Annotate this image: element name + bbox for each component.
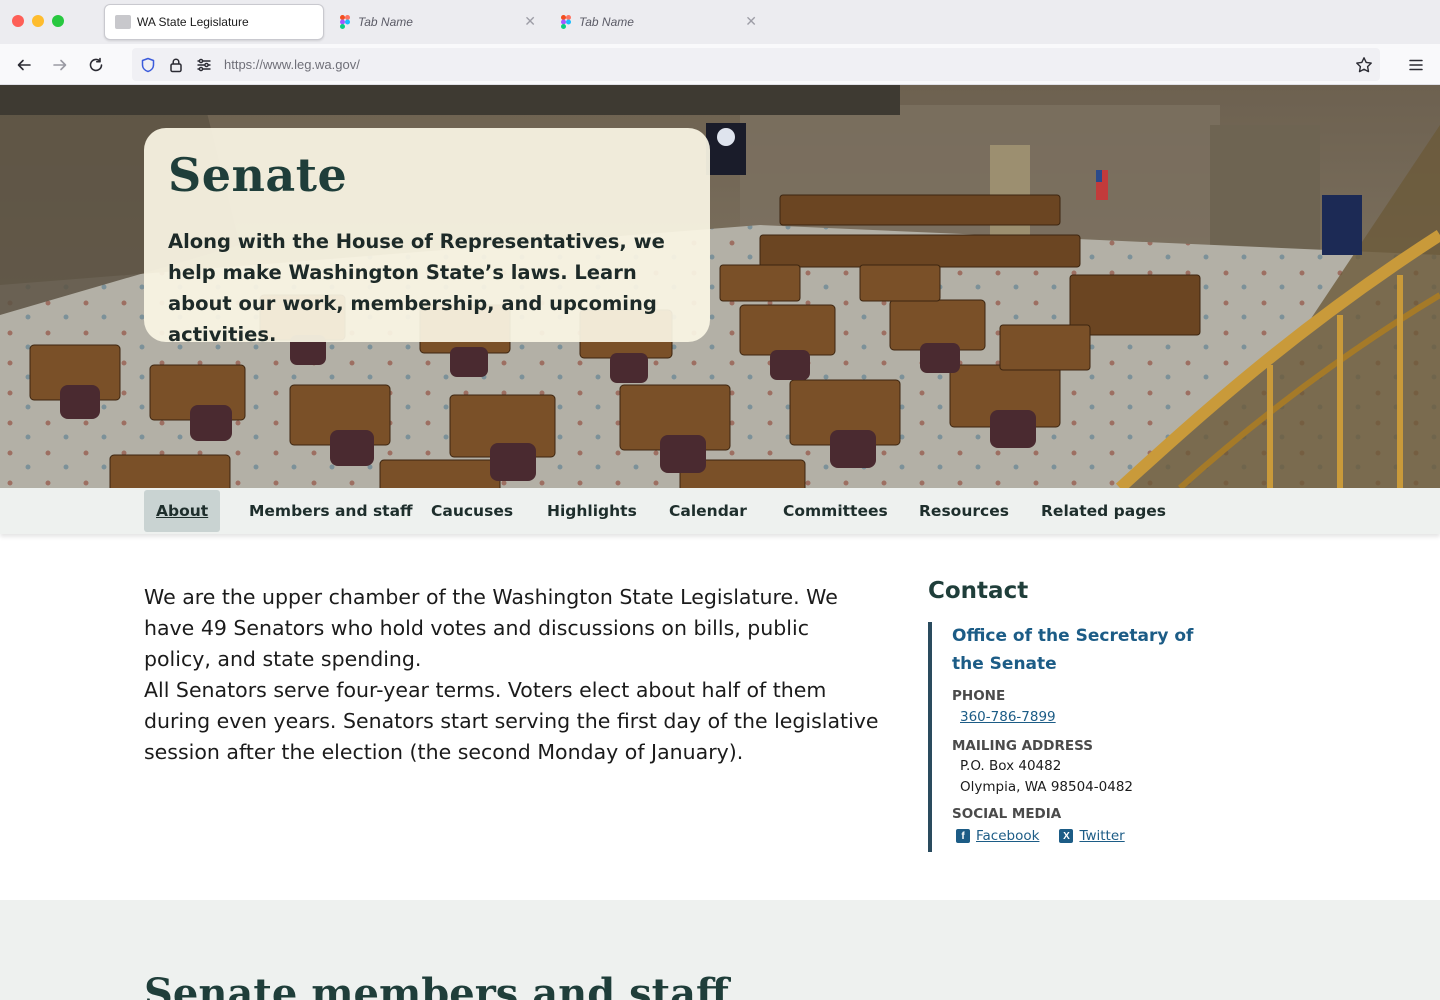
hero-description: Along with the House of Representatives,… xyxy=(168,230,665,346)
window-maximize-button[interactable] xyxy=(52,15,64,27)
address-line: Olympia, WA 98504-0482 xyxy=(960,779,1134,795)
url-bar[interactable]: https://www.leg.wa.gov/ xyxy=(132,48,1380,81)
members-heading: Senate members and staff xyxy=(144,970,729,1000)
window-close-button[interactable] xyxy=(12,15,24,27)
page-title: Senate xyxy=(168,148,348,202)
browser-tab-bar: WA State Legislature Tab Name ✕ Tab Name… xyxy=(0,0,1440,44)
tab-close-icon[interactable]: ✕ xyxy=(524,14,536,28)
nav-tab-about[interactable]: About xyxy=(144,490,221,532)
tab-title: WA State Legislature xyxy=(137,15,249,29)
nav-tab-related-pages[interactable]: Related pages xyxy=(1029,490,1178,532)
phone-label: PHONE xyxy=(952,688,1006,704)
lock-icon[interactable] xyxy=(166,55,186,75)
nav-tab-resources[interactable]: Resources xyxy=(907,490,1021,532)
facebook-icon[interactable]: f xyxy=(956,829,970,843)
figma-favicon-icon xyxy=(340,15,350,29)
browser-toolbar: https://www.leg.wa.gov/ xyxy=(0,44,1440,85)
intro-text: We are the upper chamber of the Washingt… xyxy=(144,582,879,768)
shield-icon[interactable] xyxy=(138,55,158,75)
nav-tab-highlights[interactable]: Highlights xyxy=(535,490,649,532)
x-twitter-icon[interactable]: X xyxy=(1059,829,1074,843)
window-minimize-button[interactable] xyxy=(32,15,44,27)
mailing-address-label: MAILING ADDRESS xyxy=(952,738,1093,754)
back-arrow-icon[interactable] xyxy=(12,53,36,77)
forward-arrow-icon[interactable] xyxy=(48,53,72,77)
reload-icon[interactable] xyxy=(84,53,108,77)
contact-card: Office of the Secretary of the Senate PH… xyxy=(928,622,1228,852)
site-settings-icon[interactable] xyxy=(194,55,214,75)
contact-heading: Contact xyxy=(928,578,1029,604)
nav-tab-calendar[interactable]: Calendar xyxy=(657,490,759,532)
hero-card: Senate Along with the House of Represent… xyxy=(144,128,710,346)
phone-link[interactable]: 360-786-7899 xyxy=(960,709,1056,725)
section-nav: About Members and staff Caucuses Highlig… xyxy=(0,488,1440,534)
browser-tab-active[interactable]: WA State Legislature xyxy=(104,4,324,40)
social-media-label: SOCIAL MEDIA xyxy=(952,806,1062,822)
nav-tab-committees[interactable]: Committees xyxy=(771,490,900,532)
intro-paragraph: We are the upper chamber of the Washingt… xyxy=(144,585,838,671)
intro-paragraph: All Senators serve four-year terms. Vote… xyxy=(144,678,879,764)
tab-title: Tab Name xyxy=(579,15,634,29)
tab-close-icon[interactable]: ✕ xyxy=(745,14,757,28)
nav-tab-members-and-staff[interactable]: Members and staff xyxy=(237,490,425,532)
tab-title: Tab Name xyxy=(358,15,413,29)
hamburger-menu-icon[interactable] xyxy=(1404,53,1428,77)
url-text[interactable]: https://www.leg.wa.gov/ xyxy=(224,57,360,72)
hero-banner: Senate Along with the House of Represent… xyxy=(0,85,1440,488)
browser-tab[interactable]: Tab Name ✕ xyxy=(551,4,771,40)
browser-tab[interactable]: Tab Name ✕ xyxy=(330,4,550,40)
facebook-link[interactable]: Facebook xyxy=(976,828,1039,844)
nav-tab-caucuses[interactable]: Caucuses xyxy=(419,490,525,532)
page-favicon-icon xyxy=(115,15,131,29)
figma-favicon-icon xyxy=(561,15,571,29)
address-line: P.O. Box 40482 xyxy=(960,758,1062,774)
twitter-link[interactable]: Twitter xyxy=(1079,828,1124,844)
bookmark-star-icon[interactable] xyxy=(1354,55,1374,75)
members-section: Senate members and staff xyxy=(0,900,1440,1000)
office-name: Office of the Secretary of the Senate xyxy=(952,626,1194,674)
